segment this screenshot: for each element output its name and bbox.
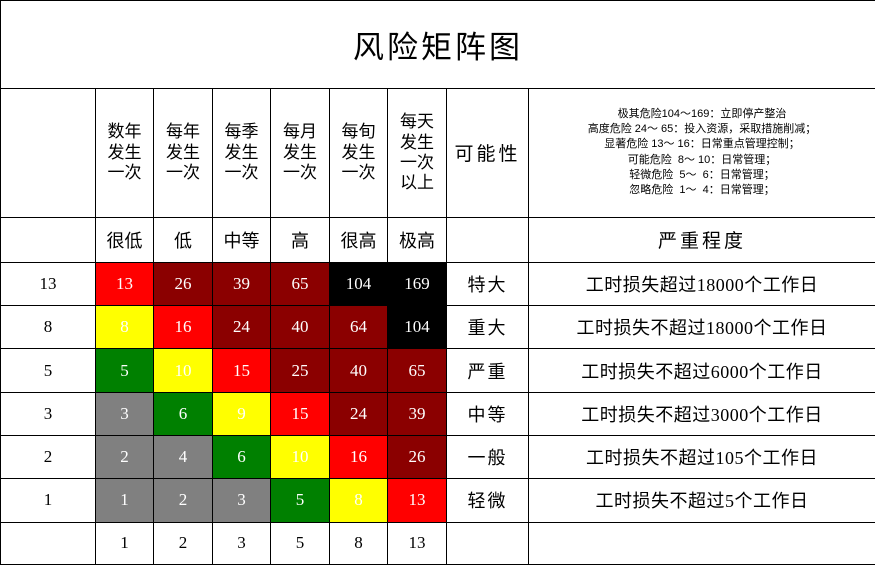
matrix-cell-r5-c1[interactable]: 2 (95, 435, 154, 480)
matrix-cell-r3-c1[interactable]: 5 (95, 348, 154, 393)
matrix-cell-r2-c4[interactable]: 40 (270, 305, 330, 350)
frequency-header-2: 每年 发生 一次 (153, 87, 213, 218)
level-header-3: 中等 (212, 216, 271, 263)
matrix-cell-r3-c3[interactable]: 15 (212, 348, 271, 393)
severity-score-5: 5 (0, 348, 96, 393)
severity-score-3: 3 (0, 391, 96, 437)
matrix-cell-r6-c2[interactable]: 2 (153, 478, 213, 523)
frequency-header-row: 数年 发生 一次 每年 发生 一次 每季 发生 一次 每月 发生 一次 每旬 发生 一次… (0, 87, 875, 218)
matrix-row: 1 1 2 3 5 8 13 轻微 工时损失不超过5个工作日 (0, 478, 875, 523)
matrix-cell-r6-c4[interactable]: 5 (270, 478, 330, 523)
footer-severity-blank (528, 521, 875, 565)
frequency-header-4: 每月 发生 一次 (270, 87, 330, 218)
matrix-cell-r5-c3[interactable]: 6 (212, 435, 271, 480)
severity-category-1: 特大 (446, 261, 529, 307)
matrix-cell-r4-c1[interactable]: 3 (95, 391, 154, 437)
matrix-cell-r1-c4[interactable]: 65 (270, 261, 330, 307)
page-title: 风险矩阵图 (0, 0, 875, 89)
level-row-possibility-blank (446, 216, 529, 263)
matrix-cell-r2-c3[interactable]: 24 (212, 305, 271, 350)
matrix-cell-r4-c2[interactable]: 6 (153, 391, 213, 437)
matrix-cell-r5-c2[interactable]: 4 (153, 435, 213, 480)
probability-scale-row: 1 2 3 5 8 13 (0, 521, 875, 565)
matrix-cell-r1-c5[interactable]: 104 (329, 261, 388, 307)
matrix-cell-r3-c5[interactable]: 40 (329, 348, 388, 393)
matrix-cell-r3-c6[interactable]: 65 (387, 348, 447, 393)
probability-scale-5: 8 (329, 521, 388, 565)
matrix-cell-r1-c1[interactable]: 13 (95, 261, 154, 307)
severity-category-5: 一般 (446, 435, 529, 480)
severity-category-3: 严重 (446, 348, 529, 393)
title-row: 风险矩阵图 (0, 0, 875, 89)
footer-possibility-blank (446, 521, 529, 565)
matrix-cell-r1-c3[interactable]: 39 (212, 261, 271, 307)
risk-legend: 极其危险104～169：立即停产整治 高度危险 24～ 65：投入资源，采取措施… (528, 87, 875, 218)
frequency-header-3: 每季 发生 一次 (212, 87, 271, 218)
matrix-cell-r5-c6[interactable]: 26 (387, 435, 447, 480)
severity-score-13: 13 (0, 261, 96, 307)
matrix-cell-r4-c6[interactable]: 39 (387, 391, 447, 437)
frequency-header-label: 每月 发生 一次 (283, 122, 317, 182)
severity-category-6: 轻微 (446, 478, 529, 523)
matrix-row: 5 5 10 15 25 40 65 严重 工时损失不超过6000个工作日 (0, 348, 875, 393)
frequency-header-1: 数年 发生 一次 (95, 87, 154, 218)
matrix-cell-r6-c1[interactable]: 1 (95, 478, 154, 523)
level-header-6: 极高 (387, 216, 447, 263)
matrix-cell-r2-c2[interactable]: 16 (153, 305, 213, 350)
matrix-cell-r2-c1[interactable]: 8 (95, 305, 154, 350)
matrix-cell-r2-c5[interactable]: 64 (329, 305, 388, 350)
matrix-cell-r3-c2[interactable]: 10 (153, 348, 213, 393)
severity-category-2: 重大 (446, 305, 529, 350)
severity-description-6: 工时损失不超过5个工作日 (528, 478, 875, 523)
probability-scale-1: 1 (95, 521, 154, 565)
matrix-row: 3 3 6 9 15 24 39 中等 工时损失不超过3000个工作日 (0, 391, 875, 437)
matrix-cell-r2-c6[interactable]: 104 (387, 305, 447, 350)
frequency-header-label: 每季 发生 一次 (224, 122, 259, 182)
risk-matrix-table: 风险矩阵图 数年 发生 一次 每年 发生 一次 每季 发生 一次 每月 发生 一次 每旬… (0, 0, 875, 565)
matrix-cell-r6-c3[interactable]: 3 (212, 478, 271, 523)
probability-scale-4: 5 (270, 521, 330, 565)
probability-scale-6: 13 (387, 521, 447, 565)
severity-description-5: 工时损失不超过105个工作日 (528, 435, 875, 480)
severity-category-4: 中等 (446, 391, 529, 437)
severity-description-1: 工时损失超过18000个工作日 (528, 261, 875, 307)
matrix-cell-r4-c4[interactable]: 15 (270, 391, 330, 437)
severity-header: 严重程度 (528, 216, 875, 263)
matrix-cell-r5-c5[interactable]: 16 (329, 435, 388, 480)
matrix-cell-r6-c5[interactable]: 8 (329, 478, 388, 523)
severity-score-1: 1 (0, 478, 96, 523)
possibility-header: 可能性 (446, 87, 529, 218)
matrix-row: 2 2 4 6 10 16 26 一般 工时损失不超过105个工作日 (0, 435, 875, 480)
frequency-header-label: 每年 发生 一次 (166, 122, 200, 182)
matrix-cell-r4-c3[interactable]: 9 (212, 391, 271, 437)
frequency-header-label: 每天 发生 一次 以上 (400, 112, 434, 192)
probability-scale-2: 2 (153, 521, 213, 565)
frequency-header-6: 每天 发生 一次 以上 (387, 87, 447, 218)
footer-row-corner (0, 521, 96, 565)
matrix-cell-r4-c5[interactable]: 24 (329, 391, 388, 437)
probability-scale-3: 3 (212, 521, 271, 565)
matrix-row: 13 13 26 39 65 104 169 特大 工时损失超过18000个工作日 (0, 261, 875, 307)
severity-score-8: 8 (0, 305, 96, 350)
matrix-cell-r1-c2[interactable]: 26 (153, 261, 213, 307)
level-header-5: 很高 (329, 216, 388, 263)
level-row-corner (0, 216, 96, 263)
matrix-row: 8 8 16 24 40 64 104 重大 工时损失不超过18000个工作日 (0, 305, 875, 350)
severity-score-2: 2 (0, 435, 96, 480)
level-header-4: 高 (270, 216, 330, 263)
matrix-cell-r1-c6[interactable]: 169 (387, 261, 447, 307)
severity-description-3: 工时损失不超过6000个工作日 (528, 348, 875, 393)
frequency-header-5: 每旬 发生 一次 (329, 87, 388, 218)
matrix-cell-r5-c4[interactable]: 10 (270, 435, 330, 480)
severity-description-2: 工时损失不超过18000个工作日 (528, 305, 875, 350)
frequency-header-label: 数年 发生 一次 (107, 122, 142, 182)
matrix-cell-r6-c6[interactable]: 13 (387, 478, 447, 523)
frequency-row-corner (0, 87, 96, 218)
severity-description-4: 工时损失不超过3000个工作日 (528, 391, 875, 437)
level-header-row: 很低低中等高很高 极高 严重程度 (0, 216, 875, 263)
matrix-cell-r3-c4[interactable]: 25 (270, 348, 330, 393)
level-header-2: 低 (153, 216, 213, 263)
frequency-header-label: 每旬 发生 一次 (341, 122, 376, 182)
level-header-1: 很低 (95, 216, 154, 263)
